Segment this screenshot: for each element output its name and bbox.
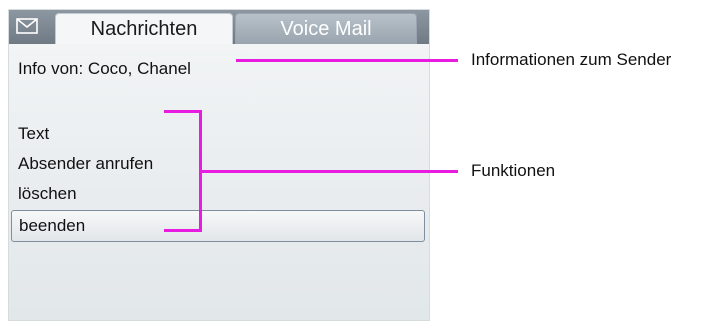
sender-info: Info von: Coco, Chanel	[18, 59, 191, 78]
callout-bracket-top	[164, 110, 202, 113]
menu-item-text[interactable]: Text	[18, 124, 49, 144]
callout-line-functions	[199, 170, 458, 173]
callout-bracket-bottom	[164, 229, 202, 232]
menu-item-delete[interactable]: löschen	[18, 184, 77, 204]
tab-nachrichten[interactable]: Nachrichten	[55, 13, 233, 44]
callout-label-functions: Funktionen	[471, 161, 556, 180]
callout-label-sender: Informationen zum Sender	[471, 50, 672, 69]
tab-bar: Nachrichten Voice Mail	[9, 10, 429, 44]
menu-item-call-sender[interactable]: Absender anrufen	[18, 154, 153, 174]
menu-item-exit[interactable]: beenden	[11, 210, 425, 242]
phone-screen: Nachrichten Voice Mail Info von: Coco, C…	[8, 9, 430, 321]
callout-line-sender	[236, 59, 458, 62]
tab-voice-mail[interactable]: Voice Mail	[235, 13, 417, 44]
envelope-icon[interactable]	[15, 16, 39, 35]
